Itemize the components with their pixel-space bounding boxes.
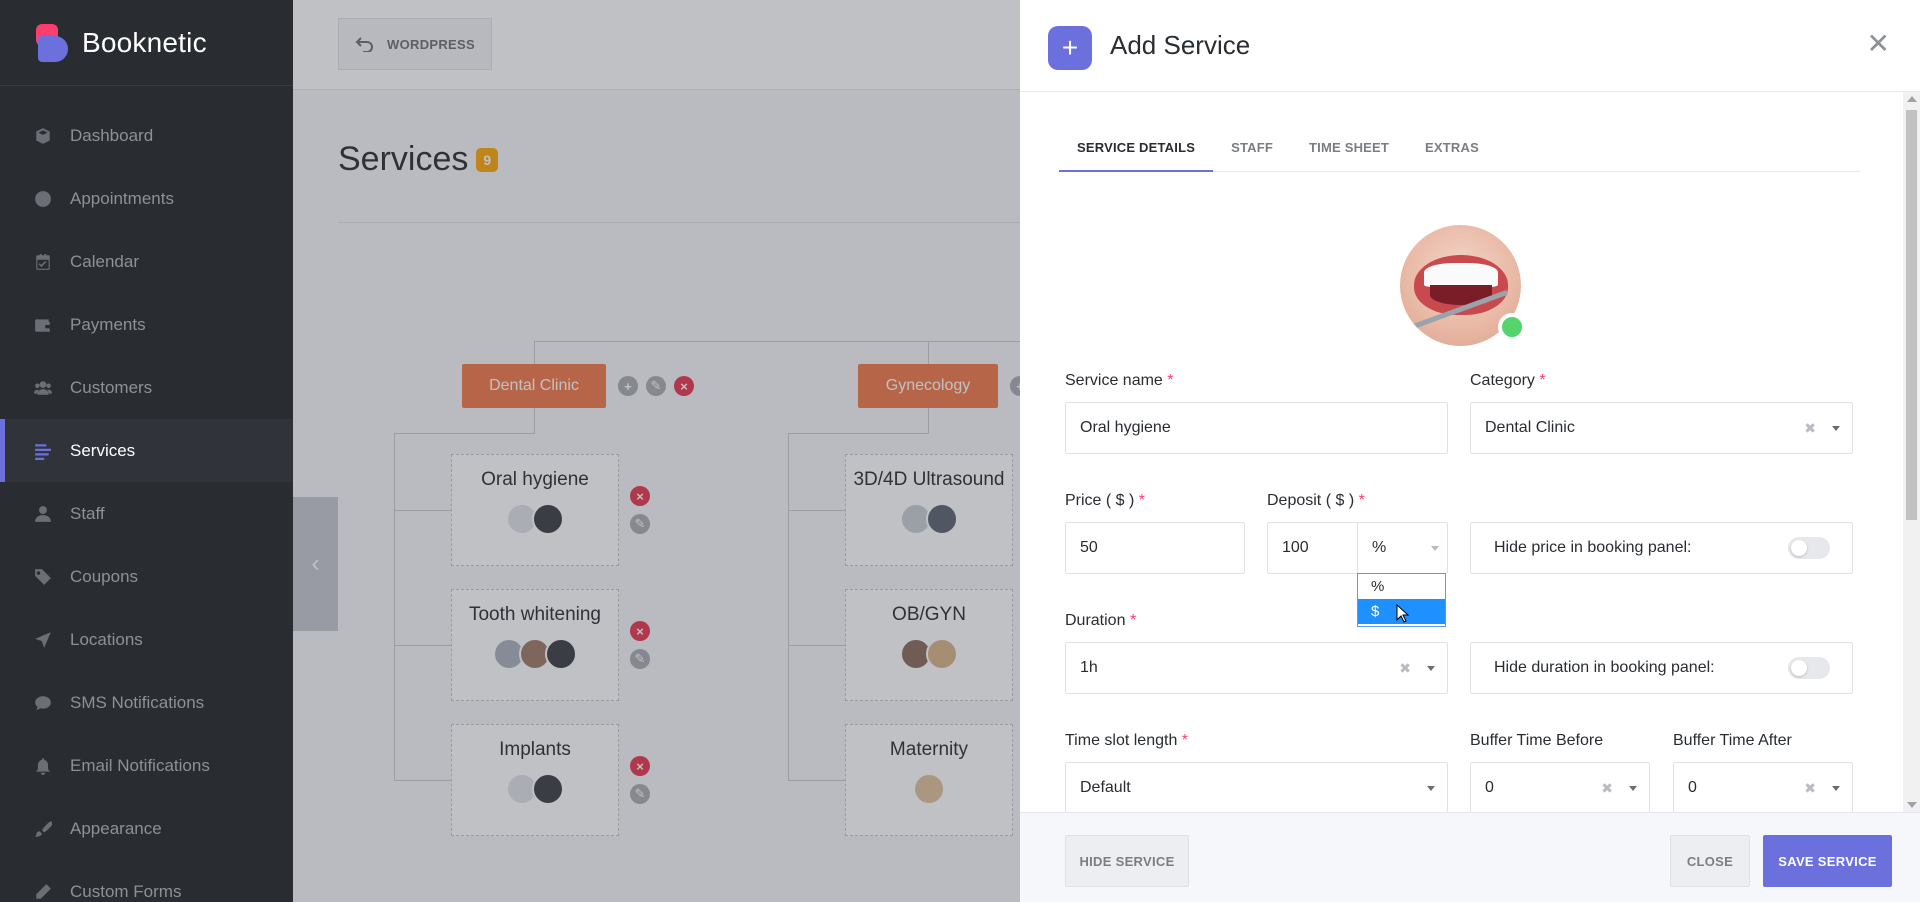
panel-title: Add Service [1110, 30, 1251, 60]
buffer-after-label: Buffer Time After [1673, 732, 1792, 749]
status-active-dot [1498, 313, 1526, 341]
cube-icon [34, 127, 52, 145]
user-icon [34, 505, 52, 523]
sidebar-nav: Dashboard Appointments Calendar Payments… [0, 86, 293, 902]
price-label: Price ( $ ) * [1065, 492, 1146, 509]
sidebar-item-services[interactable]: Services [0, 419, 293, 482]
time-slot-select[interactable]: Default [1065, 762, 1448, 812]
sidebar: Booknetic Dashboard Appointments Calenda… [0, 0, 293, 902]
duration-label: Duration * [1065, 612, 1137, 629]
panel-tabs: SERVICE DETAILS STAFF TIME SHEET EXTRAS [1059, 128, 1860, 172]
category-select[interactable]: Dental Clinic ✖ [1470, 402, 1853, 454]
scroll-up-icon[interactable] [1907, 96, 1917, 102]
add-service-panel: + Add Service ✕ SERVICE DETAILS STAFF TI… [1020, 0, 1920, 902]
brand[interactable]: Booknetic [0, 0, 293, 86]
wallet-icon [34, 316, 52, 334]
panel-footer: HIDE SERVICE CLOSE SAVE SERVICE [1020, 812, 1920, 902]
sidebar-item-locations[interactable]: Locations [0, 608, 293, 671]
scroll-down-icon[interactable] [1907, 802, 1917, 808]
clear-icon[interactable]: ✖ [1804, 420, 1816, 437]
modal-backdrop[interactable] [293, 0, 1020, 902]
pencil-icon [34, 883, 52, 901]
hide-price-toggle-row: Hide price in booking panel: [1470, 522, 1853, 574]
service-name-input[interactable]: Oral hygiene [1065, 402, 1448, 454]
sidebar-item-label: Locations [70, 629, 143, 649]
sidebar-item-customers[interactable]: Customers [0, 356, 293, 419]
calendar-icon [34, 253, 52, 271]
panel-header: + Add Service ✕ [1020, 0, 1920, 92]
chevron-down-icon [1427, 666, 1435, 671]
clear-icon[interactable]: ✖ [1399, 660, 1411, 677]
sidebar-item-label: Staff [70, 503, 105, 523]
buffer-before-select[interactable]: 0 ✖ [1470, 762, 1650, 812]
sidebar-item-custom-forms[interactable]: Custom Forms [0, 860, 293, 902]
sidebar-item-label: Services [70, 440, 136, 460]
booknetic-logo-icon [36, 23, 68, 62]
duration-select[interactable]: 1h ✖ [1065, 642, 1448, 694]
brand-name: Booknetic [82, 26, 207, 58]
clear-icon[interactable]: ✖ [1804, 780, 1816, 797]
sidebar-item-appearance[interactable]: Appearance [0, 797, 293, 860]
sidebar-item-label: SMS Notifications [70, 692, 205, 712]
tab-time-sheet[interactable]: TIME SHEET [1291, 128, 1407, 172]
sidebar-item-label: Custom Forms [70, 881, 182, 901]
chevron-down-icon [1629, 786, 1637, 791]
hide-service-button[interactable]: HIDE SERVICE [1065, 835, 1189, 887]
chevron-down-icon [1427, 786, 1435, 791]
sidebar-item-calendar[interactable]: Calendar [0, 230, 293, 293]
panel-scrollbar[interactable] [1903, 92, 1920, 812]
sidebar-item-coupons[interactable]: Coupons [0, 545, 293, 608]
sidebar-item-dashboard[interactable]: Dashboard [0, 104, 293, 167]
price-input[interactable]: 50 [1065, 522, 1245, 574]
sidebar-item-sms-notifications[interactable]: SMS Notifications [0, 671, 293, 734]
tab-extras[interactable]: EXTRAS [1407, 128, 1497, 172]
hide-duration-label: Hide duration in booking panel: [1494, 659, 1715, 676]
users-icon [34, 379, 52, 397]
list-icon [34, 442, 52, 460]
sidebar-item-label: Appointments [70, 188, 174, 208]
clear-icon[interactable]: ✖ [1601, 780, 1613, 797]
sidebar-item-payments[interactable]: Payments [0, 293, 293, 356]
chevron-down-icon [1832, 426, 1840, 431]
tag-icon [34, 568, 52, 586]
location-arrow-icon [34, 631, 52, 649]
sidebar-item-label: Coupons [70, 566, 139, 586]
tab-staff[interactable]: STAFF [1213, 128, 1291, 172]
hide-price-label: Hide price in booking panel: [1494, 539, 1692, 556]
category-label: Category * [1470, 372, 1546, 389]
sidebar-item-label: Calendar [70, 251, 139, 271]
scrollbar-thumb[interactable] [1906, 110, 1917, 520]
buffer-after-select[interactable]: 0 ✖ [1673, 762, 1853, 812]
hide-price-switch[interactable] [1788, 537, 1830, 559]
tab-service-details[interactable]: SERVICE DETAILS [1059, 128, 1214, 172]
sidebar-item-label: Payments [70, 314, 146, 334]
sidebar-item-appointments[interactable]: Appointments [0, 167, 293, 230]
sidebar-item-label: Customers [70, 377, 153, 397]
hide-duration-toggle-row: Hide duration in booking panel: [1470, 642, 1853, 694]
save-service-button[interactable]: SAVE SERVICE [1763, 835, 1892, 887]
close-button[interactable]: CLOSE [1670, 835, 1750, 887]
mouse-cursor-icon [1396, 604, 1410, 623]
brush-icon [34, 820, 52, 838]
deposit-label: Deposit ( $ ) * [1267, 492, 1365, 509]
hide-duration-switch[interactable] [1788, 657, 1830, 679]
chevron-down-icon [1431, 546, 1439, 551]
buffer-before-label: Buffer Time Before [1470, 732, 1604, 749]
time-slot-label: Time slot length * [1065, 732, 1189, 749]
deposit-input[interactable]: 100 [1267, 522, 1358, 574]
close-icon[interactable]: ✕ [1867, 30, 1890, 58]
deposit-type-select[interactable]: % [1357, 522, 1448, 574]
service-name-label: Service name * [1065, 372, 1174, 389]
dropdown-option-percent[interactable]: % [1358, 574, 1445, 599]
plus-icon: + [1048, 26, 1092, 70]
clock-icon [34, 190, 52, 208]
sidebar-item-email-notifications[interactable]: Email Notifications [0, 734, 293, 797]
bell-icon [34, 757, 52, 775]
sidebar-item-staff[interactable]: Staff [0, 482, 293, 545]
sidebar-item-label: Appearance [70, 818, 162, 838]
sidebar-item-label: Dashboard [70, 125, 154, 145]
chevron-down-icon [1832, 786, 1840, 791]
sidebar-item-label: Email Notifications [70, 755, 210, 775]
chat-icon [34, 694, 52, 712]
